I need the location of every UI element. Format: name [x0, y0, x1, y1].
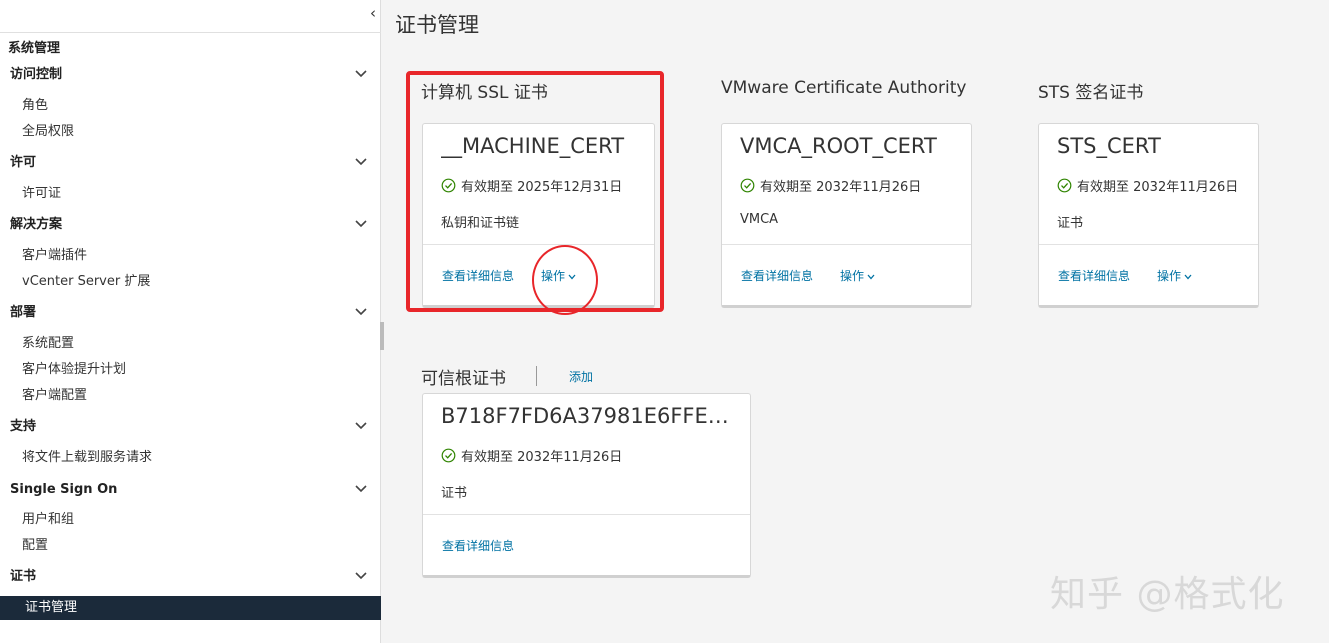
validity-text: 有效期至 2025年12月31日	[461, 180, 623, 195]
watermark: 知乎 @格式化	[1050, 574, 1285, 615]
section-support[interactable]: 支持	[0, 415, 381, 439]
group-title-vmca: VMware Certificate Authority	[721, 78, 967, 98]
sidebar-item-global-permissions[interactable]: 全局权限	[0, 120, 381, 144]
cert-validity: 有效期至 2032年11月26日	[1057, 176, 1238, 195]
chevron-down-icon	[355, 415, 371, 439]
chevron-down-icon	[867, 269, 875, 283]
section-label: 部署	[10, 305, 37, 320]
chevron-down-icon	[355, 151, 371, 175]
cert-description: 证书	[441, 486, 468, 501]
check-circle-icon	[740, 178, 755, 193]
actions-dropdown[interactable]: 操作	[840, 267, 875, 284]
sidebar-item-upload-file[interactable]: 将文件上载到服务请求	[0, 446, 381, 470]
sidebar-item-licenses[interactable]: 许可证	[0, 182, 381, 206]
sidebar-item-client-config[interactable]: 客户端配置	[0, 384, 381, 408]
actions-label: 操作	[1157, 269, 1182, 283]
section-access-control[interactable]: 访问控制	[0, 63, 381, 87]
sidebar-item-vcenter-extensions[interactable]: vCenter Server 扩展	[0, 270, 381, 294]
section-solutions[interactable]: 解决方案	[0, 213, 381, 237]
sidebar-divider	[0, 32, 381, 33]
cert-card-vmca: VMCA_ROOT_CERT 有效期至 2032年11月26日 VMCA 查看详…	[721, 123, 972, 308]
section-certificates[interactable]: 证书	[0, 565, 381, 589]
actions-label: 操作	[840, 269, 865, 283]
section-label: 证书	[10, 569, 37, 584]
cert-card-trusted-root: B718F7FD6A37981E6FFEC... 有效期至 2032年11月26…	[422, 393, 751, 578]
cert-validity: 有效期至 2032年11月26日	[441, 446, 622, 465]
section-licensing[interactable]: 许可	[0, 151, 381, 175]
sidebar-item-sso-config[interactable]: 配置	[0, 534, 381, 558]
cert-description: 证书	[1057, 216, 1084, 231]
section-sso[interactable]: Single Sign On	[0, 478, 381, 502]
sidebar-item-client-plugins[interactable]: 客户端插件	[0, 244, 381, 268]
view-details-link[interactable]: 查看详细信息	[1058, 267, 1130, 284]
sidebar-item-certificate-management[interactable]: 证书管理	[0, 596, 381, 620]
check-circle-icon	[441, 178, 456, 193]
cert-name: B718F7FD6A37981E6FFEC...	[441, 404, 741, 428]
section-label: Single Sign On	[10, 482, 118, 497]
cert-card-machine: __MACHINE_CERT 有效期至 2025年12月31日 私钥和证书链 查…	[422, 123, 655, 308]
view-details-link[interactable]: 查看详细信息	[442, 537, 514, 554]
validity-text: 有效期至 2032年11月26日	[1077, 180, 1239, 195]
section-label: 许可	[10, 155, 37, 170]
chevron-down-icon	[355, 565, 371, 589]
actions-dropdown[interactable]: 操作	[541, 267, 576, 284]
chevron-down-icon	[1184, 269, 1192, 283]
chevron-down-icon	[355, 301, 371, 325]
actions-label: 操作	[541, 269, 566, 283]
group-title-machine-ssl: 计算机 SSL 证书	[421, 83, 548, 103]
card-divider	[423, 244, 654, 245]
sidebar-item-roles[interactable]: 角色	[0, 94, 381, 118]
cert-card-sts: STS_CERT 有效期至 2032年11月26日 证书 查看详细信息 操作	[1038, 123, 1259, 308]
section-label: 解决方案	[10, 217, 63, 232]
sidebar-item-users-groups[interactable]: 用户和组	[0, 508, 381, 532]
cert-name: VMCA_ROOT_CERT	[740, 134, 937, 158]
group-title-trusted-root: 可信根证书	[421, 369, 506, 389]
validity-text: 有效期至 2032年11月26日	[461, 450, 623, 465]
cert-description: VMCA	[740, 212, 779, 227]
card-divider	[423, 514, 750, 515]
cert-validity: 有效期至 2032年11月26日	[740, 176, 921, 195]
card-divider	[1039, 244, 1258, 245]
chevron-down-icon	[355, 63, 371, 87]
cert-name: __MACHINE_CERT	[441, 134, 625, 158]
check-circle-icon	[441, 448, 456, 463]
group-title-sts: STS 签名证书	[1038, 83, 1144, 103]
chevron-left-icon[interactable]: ‹	[366, 4, 380, 22]
cert-name: STS_CERT	[1057, 134, 1161, 158]
chevron-down-icon	[355, 478, 371, 502]
validity-text: 有效期至 2032年11月26日	[760, 180, 922, 195]
view-details-link[interactable]: 查看详细信息	[741, 267, 813, 284]
section-label: 支持	[10, 419, 37, 434]
check-circle-icon	[1057, 178, 1072, 193]
cert-validity: 有效期至 2025年12月31日	[441, 176, 622, 195]
chevron-down-icon	[568, 269, 576, 283]
sidebar-title: 系统管理	[8, 41, 61, 56]
card-divider	[722, 244, 971, 245]
sidebar: ‹ 系统管理 访问控制 角色 全局权限 许可 许可证 解决方案 客户端插件 vC…	[0, 0, 381, 643]
section-deployment[interactable]: 部署	[0, 301, 381, 325]
sidebar-item-system-config[interactable]: 系统配置	[0, 332, 381, 356]
add-trusted-root-link[interactable]: 添加	[569, 368, 593, 385]
chevron-down-icon	[355, 213, 371, 237]
title-separator	[536, 366, 537, 386]
section-label: 访问控制	[10, 67, 63, 82]
actions-dropdown[interactable]: 操作	[1157, 267, 1192, 284]
sidebar-item-ceip[interactable]: 客户体验提升计划	[0, 358, 381, 382]
view-details-link[interactable]: 查看详细信息	[442, 267, 514, 284]
pane-splitter[interactable]	[380, 322, 384, 350]
page-title: 证书管理	[395, 13, 479, 37]
cert-description: 私钥和证书链	[441, 216, 520, 231]
